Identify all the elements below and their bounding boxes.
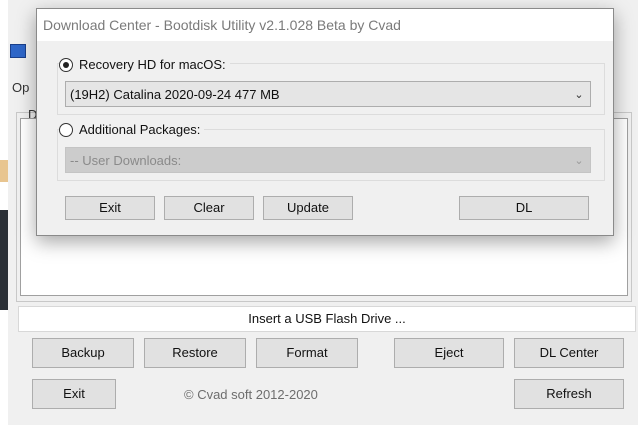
dl-button[interactable]: DL [459, 196, 589, 220]
restore-button[interactable]: Restore [144, 338, 246, 368]
update-button[interactable]: Update [263, 196, 353, 220]
packages-radio-row[interactable]: Additional Packages: [59, 122, 205, 137]
format-button[interactable]: Format [256, 338, 358, 368]
dialog-title[interactable]: Download Center - Bootdisk Utility v2.1.… [37, 9, 613, 41]
packages-radio-label: Additional Packages: [79, 122, 201, 137]
packages-select-value: -- User Downloads: [70, 152, 182, 168]
recovery-select-value: (19H2) Catalina 2020-09-24 477 MB [70, 86, 280, 102]
clear-button[interactable]: Clear [164, 196, 254, 220]
refresh-button[interactable]: Refresh [514, 379, 624, 409]
menu-item-partial[interactable]: Op [12, 80, 29, 95]
dialog-exit-button[interactable]: Exit [65, 196, 155, 220]
dl-center-button[interactable]: DL Center [514, 338, 624, 368]
packages-radio[interactable] [59, 122, 73, 137]
recovery-radio[interactable] [59, 57, 73, 72]
chevron-down-icon: ⌄ [574, 154, 584, 167]
backup-button[interactable]: Backup [32, 338, 134, 368]
download-center-dialog: Download Center - Bootdisk Utility v2.1.… [36, 8, 614, 236]
eject-button[interactable]: Eject [394, 338, 504, 368]
copyright-text: © Cvad soft 2012-2020 [184, 387, 318, 402]
packages-select: -- User Downloads: ⌄ [65, 147, 591, 173]
main-exit-button[interactable]: Exit [32, 379, 116, 409]
recovery-radio-row[interactable]: Recovery HD for macOS: [59, 57, 230, 72]
status-bar: Insert a USB Flash Drive ... [18, 306, 636, 332]
app-icon [10, 44, 26, 58]
recovery-select[interactable]: (19H2) Catalina 2020-09-24 477 MB ⌄ [65, 81, 591, 107]
chevron-down-icon: ⌄ [574, 88, 584, 101]
recovery-radio-label: Recovery HD for macOS: [79, 57, 226, 72]
